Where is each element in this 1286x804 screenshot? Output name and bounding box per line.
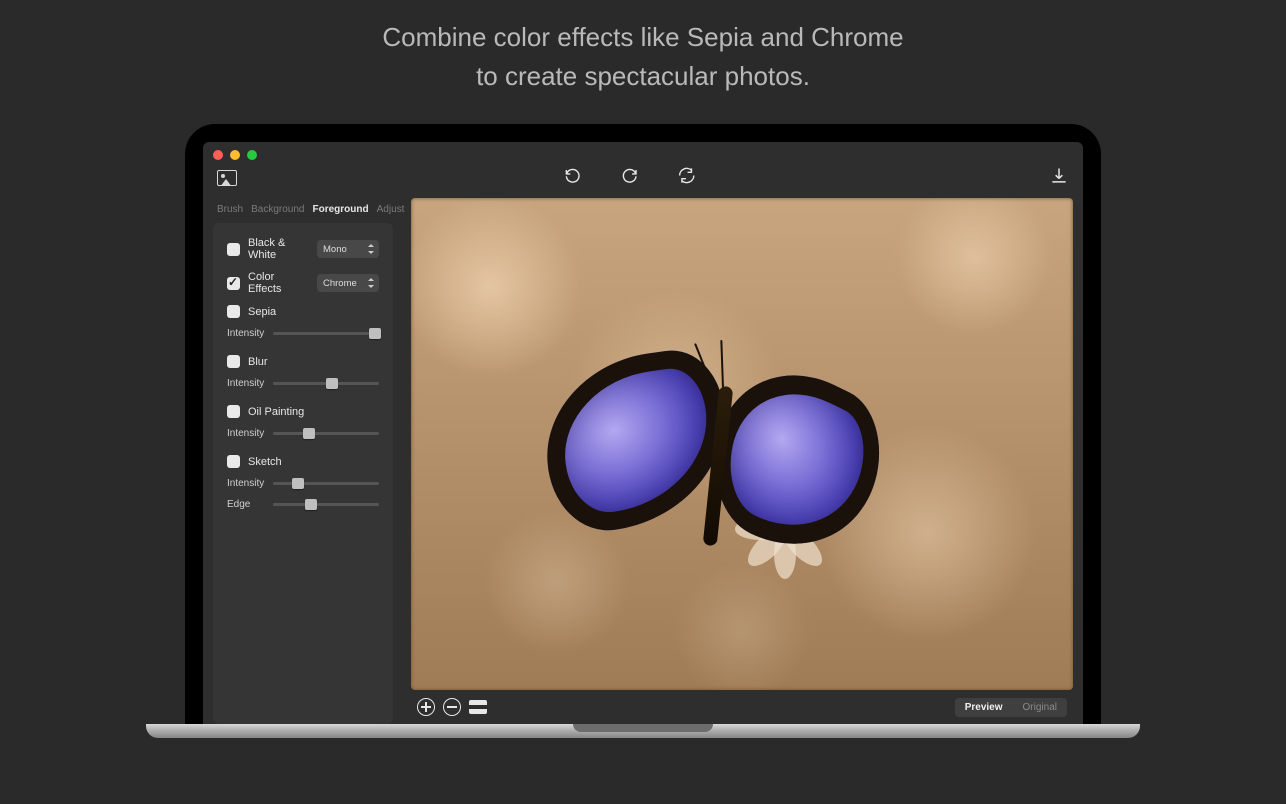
color-effects-select[interactable]: Chrome: [317, 274, 379, 292]
black-white-checkbox[interactable]: [227, 243, 240, 256]
reset-button[interactable]: [677, 166, 696, 190]
open-image-button[interactable]: [217, 170, 237, 186]
tab-foreground[interactable]: Foreground: [313, 204, 369, 215]
fit-to-screen-button[interactable]: [469, 700, 487, 714]
preview-toggle: Preview Original: [955, 698, 1067, 717]
canvas-butterfly: [546, 346, 886, 576]
marketing-headline: Combine color effects like Sepia and Chr…: [0, 0, 1286, 96]
oil-intensity-slider[interactable]: [273, 432, 379, 435]
download-icon: [1049, 166, 1069, 186]
blur-intensity-label: Intensity: [227, 378, 265, 389]
sepia-intensity-slider[interactable]: [273, 332, 379, 335]
laptop-base: [146, 724, 1140, 738]
toolbar: [203, 164, 1083, 198]
export-button[interactable]: [1049, 166, 1069, 191]
refresh-icon: [677, 166, 696, 185]
fullscreen-window-button[interactable]: [247, 150, 257, 160]
sketch-intensity-label: Intensity: [227, 478, 265, 489]
image-canvas[interactable]: [411, 198, 1073, 690]
app-window: Brush Background Foreground Adjust Black…: [203, 142, 1083, 724]
zoom-out-button[interactable]: [443, 698, 461, 716]
window-controls: [203, 142, 1083, 164]
blur-intensity-slider[interactable]: [273, 382, 379, 385]
sepia-label: Sepia: [248, 306, 379, 318]
sepia-checkbox[interactable]: [227, 305, 240, 318]
zoom-in-button[interactable]: [417, 698, 435, 716]
close-window-button[interactable]: [213, 150, 223, 160]
undo-button[interactable]: [563, 166, 582, 190]
sketch-edge-slider[interactable]: [273, 503, 379, 506]
sketch-intensity-slider[interactable]: [273, 482, 379, 485]
sketch-checkbox[interactable]: [227, 455, 240, 468]
original-option[interactable]: Original: [1013, 698, 1067, 717]
oil-painting-label: Oil Painting: [248, 406, 379, 418]
canvas-footer: Preview Original: [411, 690, 1073, 724]
redo-button[interactable]: [620, 166, 639, 190]
marketing-line1: Combine color effects like Sepia and Chr…: [0, 18, 1286, 57]
sidebar: Brush Background Foreground Adjust Black…: [203, 198, 393, 724]
laptop-notch: [573, 724, 713, 732]
undo-icon: [563, 166, 582, 185]
color-effects-label: Color Effects: [248, 271, 309, 295]
sketch-label: Sketch: [248, 456, 379, 468]
color-effects-checkbox[interactable]: [227, 277, 240, 290]
minimize-window-button[interactable]: [230, 150, 240, 160]
effects-panel: Black & White Mono Color Effects Chrome …: [213, 223, 393, 724]
oil-intensity-label: Intensity: [227, 428, 265, 439]
preview-option[interactable]: Preview: [955, 698, 1013, 717]
sepia-intensity-label: Intensity: [227, 328, 265, 339]
sidebar-tabs: Brush Background Foreground Adjust: [203, 198, 393, 223]
black-white-select[interactable]: Mono: [317, 240, 379, 258]
blur-label: Blur: [248, 356, 379, 368]
sketch-edge-label: Edge: [227, 499, 265, 510]
laptop-frame: Brush Background Foreground Adjust Black…: [185, 124, 1101, 724]
blur-checkbox[interactable]: [227, 355, 240, 368]
oil-painting-checkbox[interactable]: [227, 405, 240, 418]
black-white-label: Black & White: [248, 237, 309, 261]
redo-icon: [620, 166, 639, 185]
tab-background[interactable]: Background: [251, 204, 304, 215]
marketing-line2: to create spectacular photos.: [0, 57, 1286, 96]
image-icon: [217, 170, 237, 186]
tab-brush[interactable]: Brush: [217, 204, 243, 215]
